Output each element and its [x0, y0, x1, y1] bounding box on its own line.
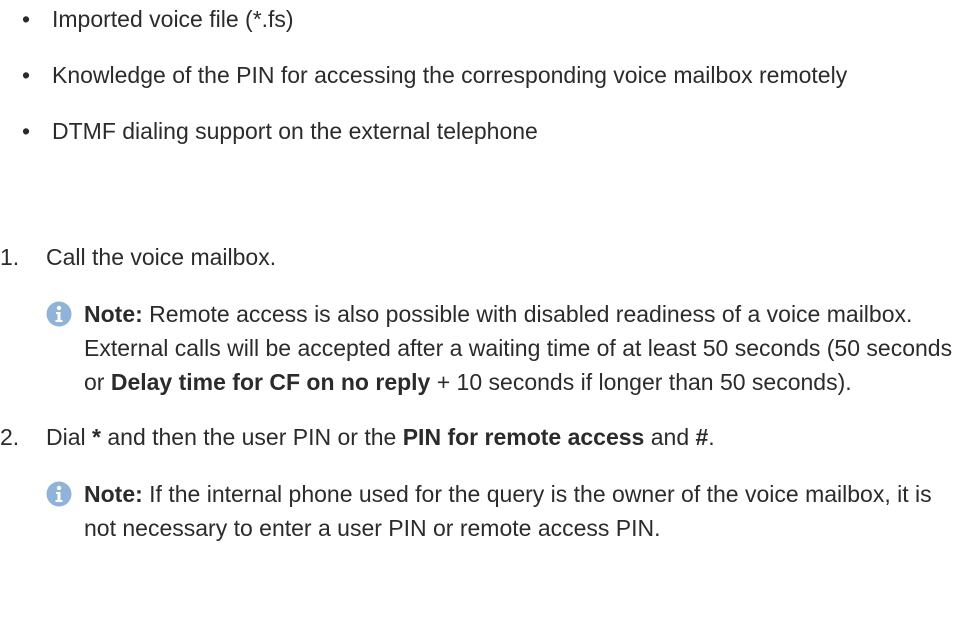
- note-block: Note: If the internal phone used for the…: [46, 477, 965, 545]
- list-item: • DTMF dialing support on the external t…: [22, 114, 962, 148]
- prerequisite-text: Imported voice file (*.fs): [52, 6, 294, 32]
- step-text: Call the voice mailbox.: [46, 244, 277, 270]
- step-text-part: and: [644, 424, 696, 450]
- prerequisite-text: Knowledge of the PIN for accessing the c…: [52, 62, 848, 88]
- bullet: •: [22, 6, 31, 32]
- bullet: •: [22, 118, 31, 144]
- list-item: • Knowledge of the PIN for accessing the…: [22, 58, 962, 92]
- step-number: 2.: [0, 424, 20, 450]
- note-text: + 10 seconds if longer than 50 seconds).: [430, 369, 852, 395]
- bullet: •: [22, 62, 31, 88]
- step-text-part: Dial: [46, 424, 93, 450]
- step-text-part: .: [708, 424, 715, 450]
- document-page: • Imported voice file (*.fs) • Knowledge…: [0, 0, 978, 631]
- procedure-steps: 1. Call the voice mailbox. Note: Remote …: [0, 240, 965, 566]
- list-item: • Imported voice file (*.fs): [22, 2, 962, 36]
- note-label: Note:: [84, 481, 143, 507]
- prerequisite-text: DTMF dialing support on the external tel…: [52, 118, 538, 144]
- step-2: 2. Dial * and then the user PIN or the P…: [0, 420, 965, 545]
- prerequisite-list: • Imported voice file (*.fs) • Knowledge…: [22, 2, 962, 170]
- setting-name: Delay time for CF on no reply: [110, 369, 431, 395]
- step-text-part: and then the user PIN or the: [100, 424, 403, 450]
- note-label: Note:: [84, 301, 143, 327]
- key-star: *: [92, 424, 101, 450]
- info-icon: [46, 301, 72, 327]
- note-text: If the internal phone used for the query…: [84, 481, 932, 541]
- step-1: 1. Call the voice mailbox. Note: Remote …: [0, 240, 965, 399]
- step-number: 1.: [0, 244, 20, 270]
- info-icon: [46, 481, 72, 507]
- setting-name: PIN for remote access: [402, 424, 645, 450]
- note-block: Note: Remote access is also possible wit…: [46, 297, 965, 399]
- step-text: Dial * and then the user PIN or the PIN …: [46, 420, 965, 454]
- key-hash: #: [695, 424, 709, 450]
